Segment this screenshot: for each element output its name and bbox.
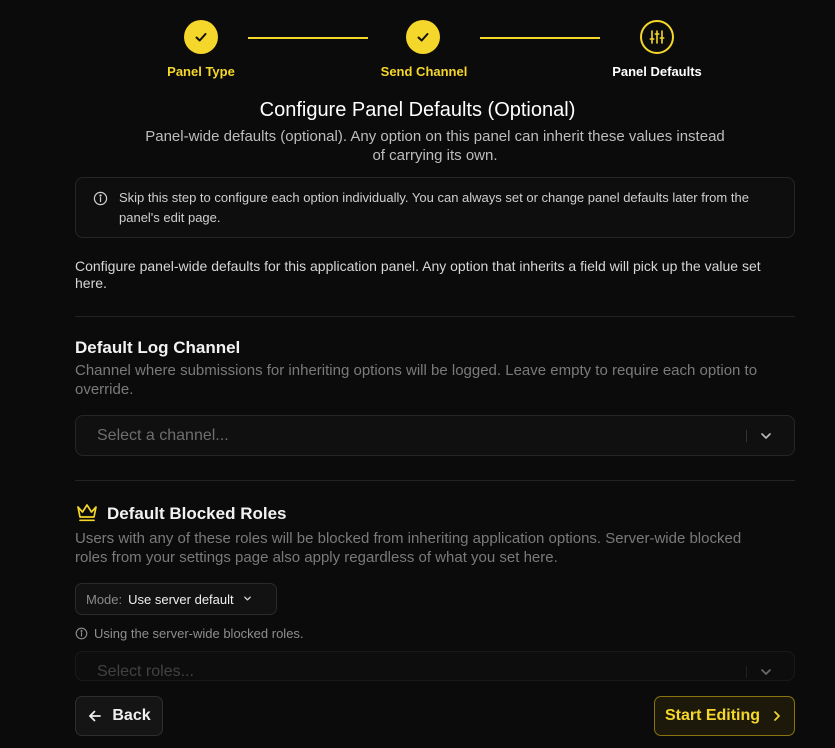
page-subtitle: Panel-wide defaults (optional). Any opti… [145,128,725,164]
select-separator [746,430,747,442]
blocked-roles-note: Using the server-wide blocked roles. [75,626,304,641]
divider [75,480,795,481]
info-icon [93,191,108,211]
info-callout: Skip this step to configure each option … [75,177,795,238]
step-send-channel-check-icon [406,20,440,54]
info-callout-text: Skip this step to configure each option … [119,190,749,225]
log-channel-title: Default Log Channel [75,338,241,357]
chevron-down-icon[interactable] [759,429,773,448]
step-label-panel-type[interactable]: Panel Type [131,64,271,79]
arrow-left-icon [89,710,102,722]
divider [75,316,795,317]
step-label-send-channel[interactable]: Send Channel [354,64,494,79]
chevron-down-icon [242,592,253,607]
start-editing-label: Start Editing [664,707,761,724]
crown-icon [75,502,99,527]
back-button[interactable]: Back [75,696,163,736]
select-separator [746,666,747,678]
blocked-roles-note-text: Using the server-wide blocked roles. [94,626,304,641]
mode-label: Mode: [86,591,123,607]
intro-text: Configure panel-wide defaults for this a… [75,258,761,291]
start-editing-button[interactable]: Start Editing [654,696,795,736]
back-button-label: Back [112,707,151,724]
info-icon [75,627,88,640]
blocked-roles-description: Users with any of these roles will be bl… [75,530,742,566]
log-channel-description: Channel where submissions for inheriting… [75,362,758,398]
step-panel-defaults-sliders-icon [640,20,674,54]
step-label-panel-defaults: Panel Defaults [612,64,702,79]
log-channel-select[interactable]: Select a channel... [75,415,795,456]
blocked-roles-title: Default Blocked Roles [107,504,287,523]
stepper: Panel Type Send Channel Panel Defaults [0,0,835,90]
chevron-right-icon [774,711,780,721]
mode-dropdown[interactable]: Mode: Use server default [75,583,277,615]
step-connector [248,37,368,39]
roles-select[interactable]: Select roles... [75,651,795,681]
page-title: Configure Panel Defaults (Optional) [259,99,576,121]
roles-placeholder: Select roles... [97,663,194,680]
mode-value: Use server default [128,591,234,607]
step-connector [480,37,600,39]
log-channel-placeholder: Select a channel... [97,427,229,444]
step-panel-type-check-icon [184,20,218,54]
